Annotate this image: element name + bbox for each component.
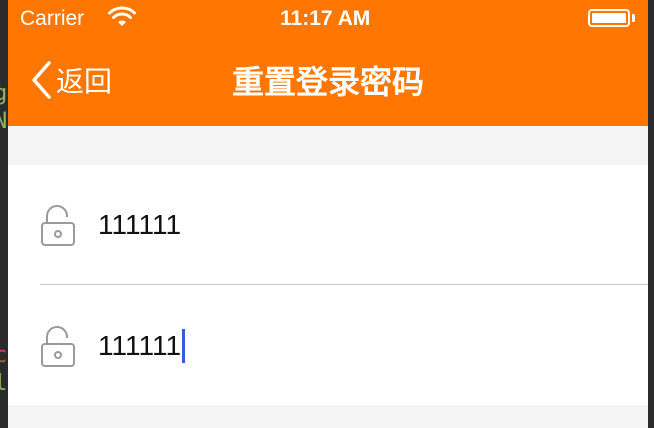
carrier-label: Carrier xyxy=(20,7,85,30)
confirm-password-input[interactable]: 111111 xyxy=(98,326,186,366)
unlock-icon xyxy=(41,205,75,246)
wifi-icon xyxy=(108,6,136,26)
text-caret xyxy=(182,328,186,363)
clock: 11:17 AM xyxy=(280,7,371,30)
confirm-password-field-row[interactable]: 111111 xyxy=(8,286,648,405)
password-field-row[interactable]: 111111 xyxy=(8,165,648,285)
back-label: 返回 xyxy=(56,66,113,97)
field-divider xyxy=(40,284,648,285)
phone-screen: Carrier 11:17 AM 重置登录密码 返回 111111 111111 xyxy=(8,0,648,428)
status-bar: Carrier 11:17 AM xyxy=(8,0,648,38)
unlock-icon xyxy=(41,326,75,367)
password-form: 111111 111111 xyxy=(8,165,648,405)
battery-level xyxy=(592,13,626,23)
chevron-left-icon xyxy=(32,61,51,99)
password-input[interactable]: 111111 xyxy=(98,205,181,245)
battery-tip xyxy=(632,14,635,22)
navigation-bar: 重置登录密码 返回 xyxy=(8,38,648,126)
header-background: Carrier 11:17 AM 重置登录密码 返回 xyxy=(8,0,648,126)
back-button[interactable]: 返回 xyxy=(30,58,112,102)
confirm-password-text: 111111 xyxy=(98,330,182,361)
battery-icon xyxy=(588,9,630,27)
